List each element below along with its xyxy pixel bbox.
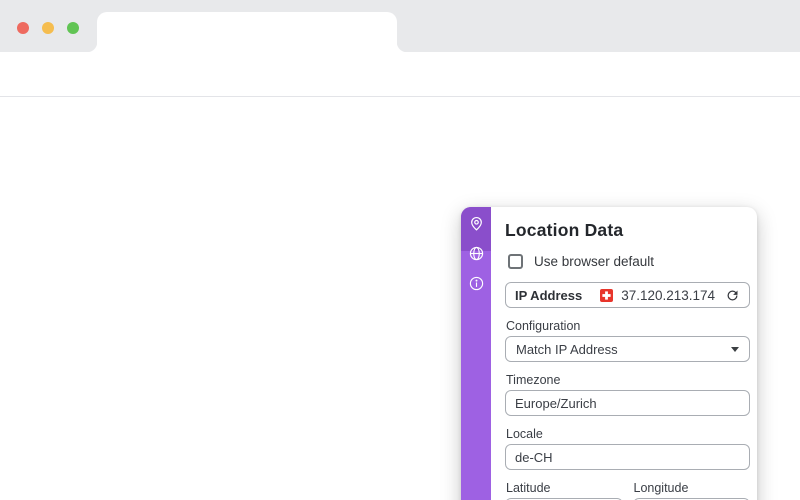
chevron-down-icon bbox=[731, 346, 739, 352]
ip-address-label: IP Address bbox=[515, 287, 583, 303]
locale-label: Locale bbox=[506, 427, 543, 441]
latitude-label: Latitude bbox=[506, 481, 551, 495]
use-browser-default-row: Use browser default bbox=[505, 254, 750, 269]
location-pin-icon bbox=[468, 215, 485, 237]
vytal-popup: Location Data Use browser default IP Add… bbox=[461, 207, 757, 500]
use-browser-default-label: Use browser default bbox=[534, 254, 655, 269]
titlebar bbox=[0, 0, 800, 52]
close-window-button[interactable] bbox=[17, 22, 29, 34]
minimize-window-button[interactable] bbox=[42, 22, 54, 34]
ip-address-box: IP Address 37.120.213.174 bbox=[505, 282, 750, 308]
popup-title: Location Data bbox=[505, 220, 624, 240]
browser-tab[interactable] bbox=[87, 12, 407, 52]
configuration-select[interactable]: Match IP Address bbox=[505, 336, 750, 362]
info-icon bbox=[468, 275, 485, 297]
configuration-selected-value: Match IP Address bbox=[516, 341, 618, 357]
sidebar-item-info[interactable] bbox=[467, 275, 485, 297]
globe-icon bbox=[468, 245, 485, 267]
page-content: Location Data Use browser default IP Add… bbox=[0, 98, 800, 500]
timezone-input[interactable] bbox=[505, 390, 750, 416]
longitude-label: Longitude bbox=[633, 481, 689, 495]
sidebar-item-location[interactable] bbox=[467, 215, 485, 237]
ip-address-value: 37.120.213.174 bbox=[621, 287, 716, 303]
locale-input[interactable] bbox=[505, 444, 750, 470]
timezone-label: Timezone bbox=[506, 373, 561, 387]
sidebar-item-globe[interactable] bbox=[467, 245, 485, 267]
traffic-lights bbox=[17, 22, 79, 34]
maximize-window-button[interactable] bbox=[67, 22, 79, 34]
refresh-ip-button[interactable] bbox=[724, 287, 740, 303]
configuration-label: Configuration bbox=[506, 319, 581, 333]
swiss-flag-icon bbox=[600, 288, 614, 302]
popup-sidebar bbox=[461, 207, 491, 500]
browser-toolbar bbox=[0, 52, 800, 142]
screenshot: Location Data Use browser default IP Add… bbox=[0, 0, 800, 500]
lat-lon-row: Latitude Longitude bbox=[505, 470, 750, 500]
popup-content: Location Data Use browser default IP Add… bbox=[491, 207, 757, 500]
use-browser-default-checkbox[interactable] bbox=[508, 254, 523, 269]
